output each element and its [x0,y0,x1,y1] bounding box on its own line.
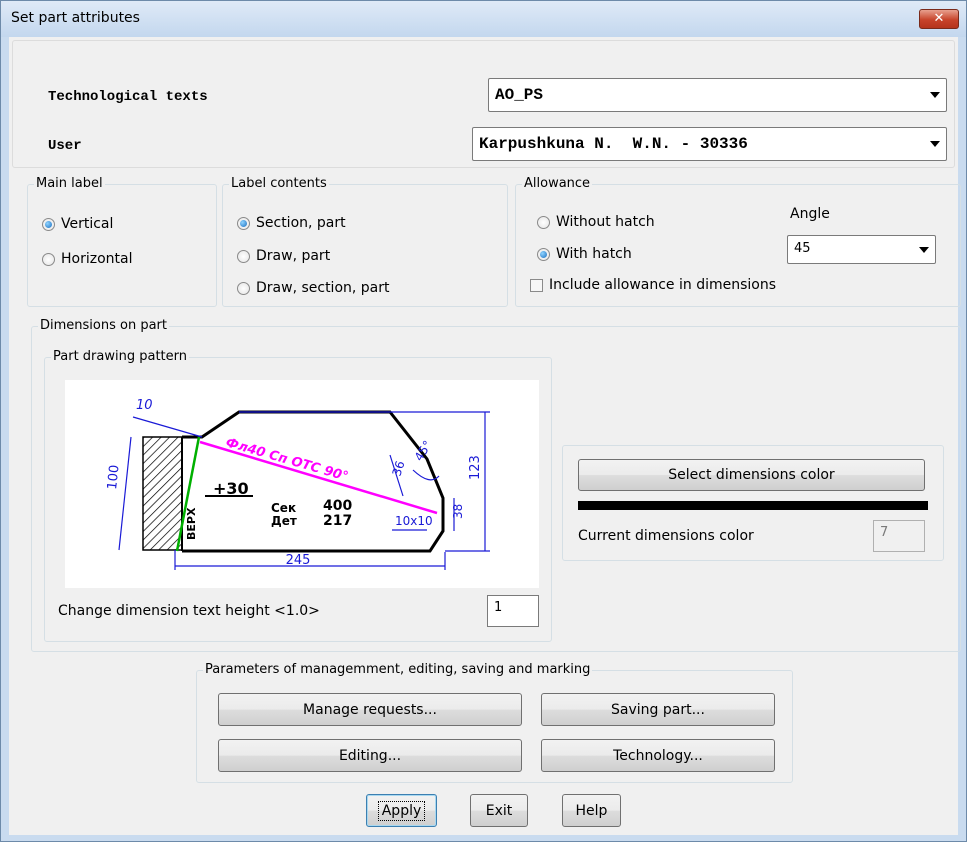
exit-button[interactable]: Exit [470,794,528,827]
include-allowance-label: Include allowance in dimensions [549,277,777,293]
pattern-group: Part drawing pattern Фл40 Сп ОТС 90° 10 … [44,349,552,642]
radio-selected-icon [537,247,550,261]
exit-label: Exit [485,802,513,819]
radio-draw-part-label: Draw, part [256,248,331,264]
allowance-group: Allowance Without hatch With hatch Angle… [515,176,961,307]
radio-draw-part[interactable]: Draw, part [237,248,330,264]
chevron-down-icon [930,92,940,98]
allowance-hatch-region [142,436,183,551]
dim-10: 10 [136,398,153,413]
angle-select[interactable]: 45 [787,235,936,264]
title-bar[interactable]: Set part attributes ✕ [1,1,966,37]
verh-text: ВЕРХ [185,507,198,540]
checkbox-icon [530,278,543,292]
radio-selected-icon [237,216,250,230]
dim-100: 100 [105,464,123,490]
dim-123: 123 [468,455,483,480]
radio-unselected-icon [237,281,250,295]
color-group: Select dimensions color Current dimensio… [562,445,944,561]
radio-horizontal-label: Horizontal [61,251,133,267]
manage-requests-label: Manage requests... [303,701,437,718]
part-drawing-pattern: Фл40 Сп ОТС 90° 10 100 245 123 36 45° 38… [65,380,539,588]
angle-value: 45 [794,241,811,256]
text-height-value: 1 [494,600,503,615]
current-color-label: Current dimensions color [578,528,754,544]
current-color-value: 7 [880,525,889,540]
radio-without-hatch[interactable]: Without hatch [537,214,655,230]
radio-unselected-icon [42,252,55,266]
text-height-label: Change dimension text height <1.0> [58,603,320,619]
sek-text: Сек [271,501,296,515]
radio-draw-section-part-label: Draw, section, part [256,280,390,296]
close-icon: ✕ [933,11,945,26]
dim-245: 245 [286,553,311,568]
select-dimensions-color-button[interactable]: Select dimensions color [578,459,925,491]
dimensions-group: Dimensions on part Part drawing pattern [31,318,961,652]
det-text: Дет [271,514,297,528]
tech-texts-select[interactable]: AO_PS [488,78,947,112]
label-contents-legend: Label contents [229,176,329,192]
num-400: 400 [323,498,352,514]
technology-button[interactable]: Technology... [541,739,775,772]
editing-label: Editing... [338,747,402,764]
main-label-group: Main label Vertical Horizontal [27,176,217,307]
dim-10x10: 10x10 [395,514,433,528]
radio-section-part-label: Section, part [256,215,346,231]
radio-unselected-icon [237,249,250,263]
angle-label: Angle [790,206,830,222]
radio-with-hatch-label: With hatch [556,246,632,262]
top-panel: Technological texts AO_PS User Karpushku… [12,40,955,168]
dim-38: 38 [451,504,465,519]
user-label: User [48,138,82,154]
dialog-window: Set part attributes ✕ Technological text… [0,0,967,842]
tech-texts-label: Technological texts [48,89,208,105]
num-217: 217 [323,513,352,529]
apply-button[interactable]: Apply [366,794,437,827]
chevron-down-icon [919,246,929,253]
include-allowance-checkbox[interactable]: Include allowance in dimensions [530,277,776,293]
radio-vertical-label: Vertical [61,216,114,232]
user-value: Karpushkuna N. W.N. - 30336 [479,135,748,153]
close-button[interactable]: ✕ [919,9,959,29]
chevron-down-icon [930,141,940,147]
current-color-value-box: 7 [873,520,925,552]
manage-requests-button[interactable]: Manage requests... [218,693,522,726]
main-label-legend: Main label [34,176,105,192]
params-group: Parameters of managemment, editing, savi… [196,662,793,783]
dimensions-legend: Dimensions on part [38,318,169,334]
color-swatch-bar [578,501,928,510]
editing-button[interactable]: Editing... [218,739,522,772]
text-height-input[interactable]: 1 [487,595,539,627]
apply-label: Apply [377,800,426,821]
magenta-annotation: Фл40 Сп ОТС 90° [224,435,350,484]
window-title: Set part attributes [11,10,140,26]
radio-selected-icon [42,217,55,231]
radio-section-part[interactable]: Section, part [237,215,346,231]
plus30-text: +30 [213,479,249,498]
dialog-client: Technological texts AO_PS User Karpushku… [9,37,961,835]
technology-label: Technology... [613,747,703,764]
radio-horizontal[interactable]: Horizontal [42,251,132,267]
user-select[interactable]: Karpushkuna N. W.N. - 30336 [472,127,947,161]
radio-vertical[interactable]: Vertical [42,216,113,232]
allowance-legend: Allowance [522,176,593,192]
radio-without-hatch-label: Without hatch [556,214,655,230]
pattern-legend: Part drawing pattern [51,349,189,365]
radio-draw-section-part[interactable]: Draw, section, part [237,280,390,296]
tech-texts-value: AO_PS [495,86,544,104]
saving-part-label: Saving part... [611,701,705,718]
saving-part-button[interactable]: Saving part... [541,693,775,726]
label-contents-group: Label contents Section, part Draw, part … [222,176,508,307]
help-button[interactable]: Help [562,794,621,827]
select-dimensions-color-label: Select dimensions color [668,467,835,483]
radio-unselected-icon [537,215,550,229]
params-legend: Parameters of managemment, editing, savi… [203,662,593,678]
help-label: Help [575,802,608,819]
radio-with-hatch[interactable]: With hatch [537,246,632,262]
